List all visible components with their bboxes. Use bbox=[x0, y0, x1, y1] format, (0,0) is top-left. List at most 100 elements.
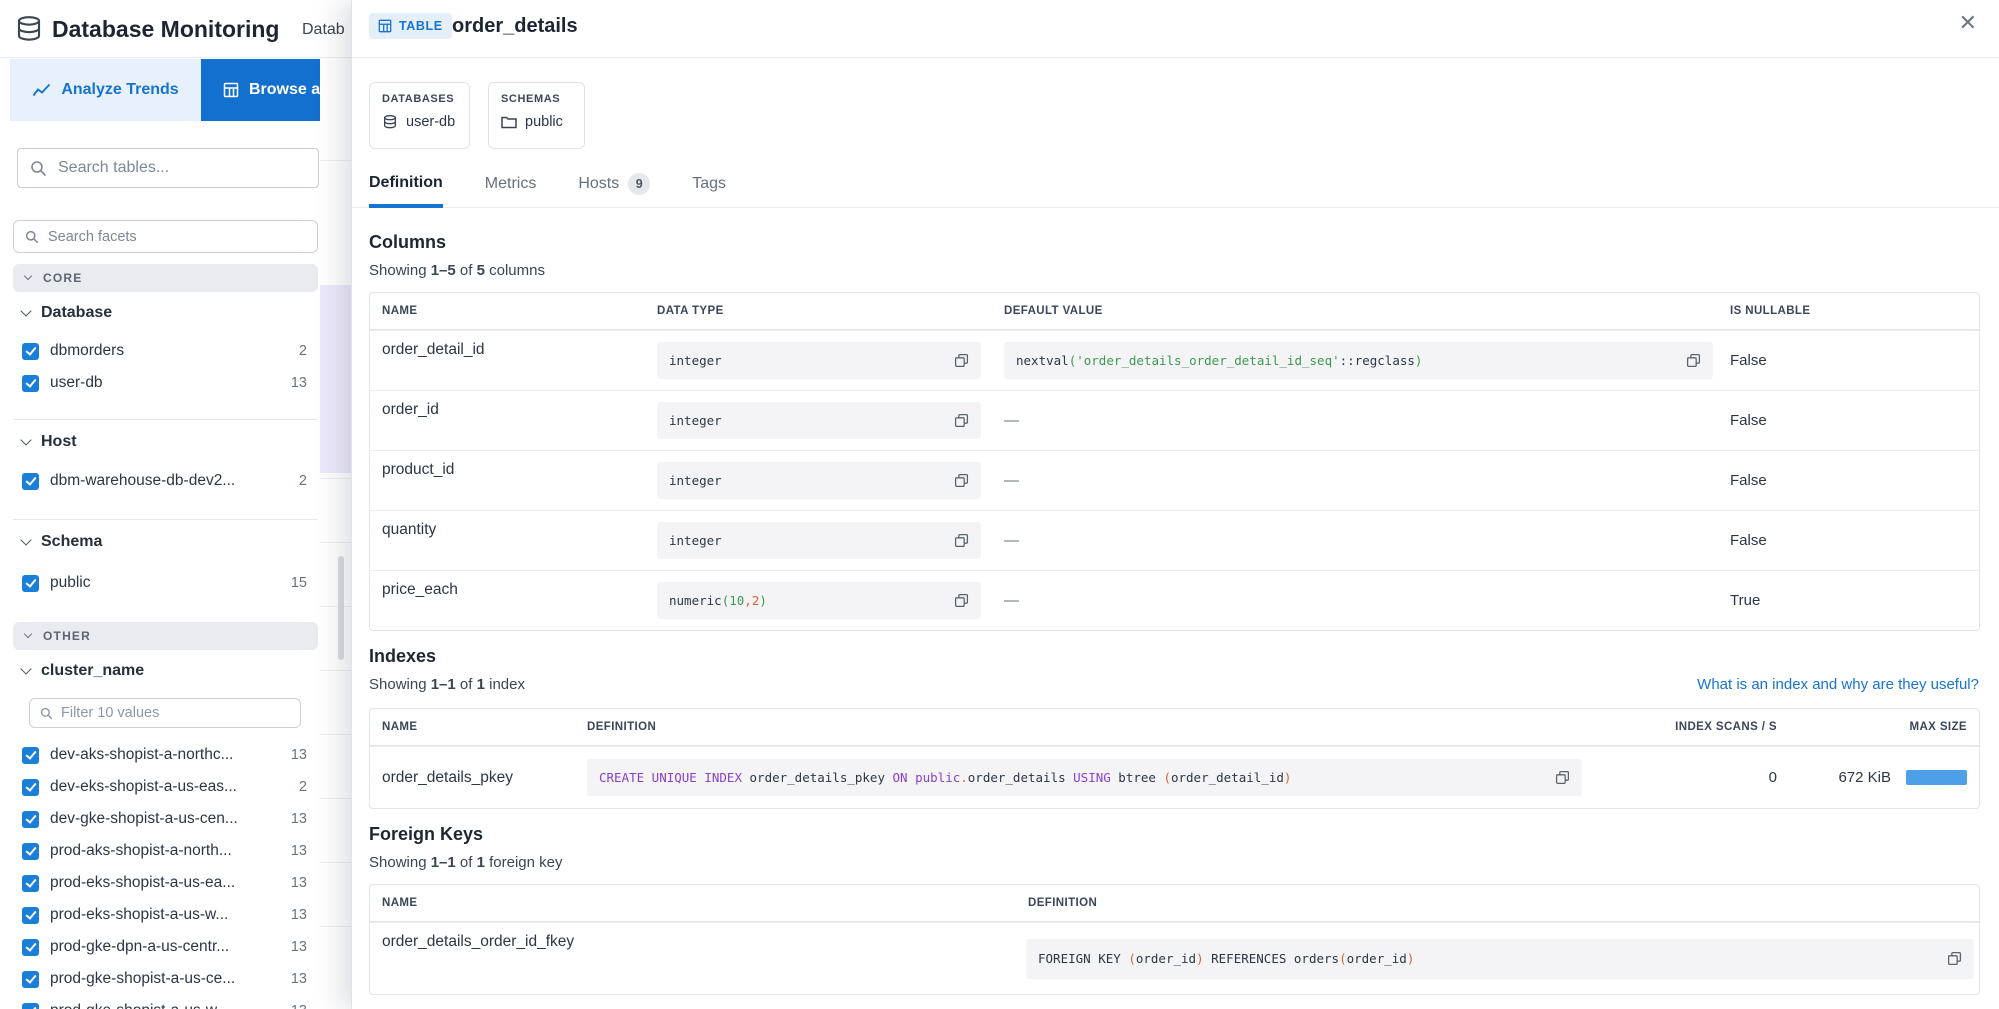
copy-icon[interactable] bbox=[954, 353, 969, 368]
copy-icon[interactable] bbox=[954, 473, 969, 488]
copy-icon[interactable] bbox=[1947, 951, 1962, 966]
other-section-header[interactable]: OTHER bbox=[13, 622, 318, 650]
checkbox-checked[interactable] bbox=[22, 939, 39, 956]
breadcrumb: Datab bbox=[302, 21, 345, 39]
checkbox-checked[interactable] bbox=[22, 843, 39, 860]
table-row: order_id integer — False bbox=[370, 390, 1979, 450]
checkbox-checked[interactable] bbox=[22, 971, 39, 988]
checkbox-checked[interactable] bbox=[22, 575, 39, 592]
checkbox-checked[interactable] bbox=[22, 1003, 39, 1009]
app-header: Database Monitoring Datab bbox=[0, 0, 351, 58]
cluster-filter-input[interactable]: Filter 10 values bbox=[29, 698, 301, 728]
facet-count: 13 bbox=[291, 939, 307, 955]
column-name: quantity bbox=[370, 511, 657, 539]
code-text: integer bbox=[669, 473, 722, 488]
code-text: nextval('order_details_order_detail_id_s… bbox=[1016, 353, 1422, 368]
data-type-cell: integer bbox=[657, 402, 981, 439]
checkbox-checked[interactable] bbox=[22, 779, 39, 796]
chevron-down-icon bbox=[20, 663, 31, 674]
facet-item-dbmorders[interactable]: dbmorders 2 bbox=[22, 338, 307, 364]
tab-label: Hosts bbox=[578, 175, 619, 193]
facet-item-user-db[interactable]: user-db 13 bbox=[22, 370, 307, 396]
chevron-down-icon bbox=[24, 630, 32, 638]
columns-table: NAME DATA TYPE DEFAULT VALUE IS NULLABLE… bbox=[369, 292, 1980, 631]
facet-count: 13 bbox=[291, 1003, 307, 1009]
facet-value-label: dev-aks-shopist-a-northc... bbox=[50, 746, 234, 764]
code-text: integer bbox=[669, 353, 722, 368]
facet-item-cluster[interactable]: dev-eks-shopist-a-us-eas... 2 bbox=[22, 774, 307, 800]
facet-item-cluster[interactable]: dev-gke-shopist-a-us-cen... 13 bbox=[22, 806, 307, 832]
copy-icon[interactable] bbox=[954, 413, 969, 428]
tab-tags[interactable]: Tags bbox=[692, 170, 726, 207]
checkbox-checked[interactable] bbox=[22, 875, 39, 892]
tab-metrics[interactable]: Metrics bbox=[485, 170, 537, 207]
core-section-header[interactable]: CORE bbox=[13, 264, 318, 292]
tab-label: Tags bbox=[692, 175, 726, 193]
table-icon bbox=[378, 19, 392, 33]
checkbox-checked[interactable] bbox=[22, 907, 39, 924]
facet-item-cluster[interactable]: prod-gke-dpn-a-us-centr... 13 bbox=[22, 934, 307, 960]
index-scans-value: 0 bbox=[1607, 769, 1777, 786]
facet-count: 15 bbox=[291, 575, 307, 591]
facet-count: 13 bbox=[291, 971, 307, 987]
facet-item-cluster[interactable]: dev-aks-shopist-a-northc... 13 bbox=[22, 742, 307, 768]
checkbox-checked[interactable] bbox=[22, 375, 39, 392]
is-nullable-value: False bbox=[1730, 352, 1979, 369]
facet-item-public[interactable]: public 15 bbox=[22, 570, 307, 596]
card-value: public bbox=[525, 114, 563, 130]
column-header: MAX SIZE bbox=[1777, 721, 1979, 733]
code-text: numeric(10,2) bbox=[669, 593, 767, 608]
schemas-card[interactable]: SCHEMAS public bbox=[488, 82, 585, 149]
checkbox-checked[interactable] bbox=[22, 473, 39, 490]
column-header: INDEX SCANS / S bbox=[1607, 721, 1777, 733]
facet-item-cluster[interactable]: prod-eks-shopist-a-us-ea... 13 bbox=[22, 870, 307, 896]
panel-tabs: Definition Metrics Hosts 9 Tags bbox=[352, 170, 1999, 208]
facet-group-schema[interactable]: Schema bbox=[22, 533, 102, 551]
card-label: DATABASES bbox=[382, 93, 457, 105]
facet-group-label: Schema bbox=[41, 533, 102, 551]
facet-count: 13 bbox=[291, 875, 307, 891]
sidebar-scrollbar-thumb[interactable] bbox=[338, 556, 344, 660]
search-icon bbox=[30, 160, 47, 177]
facet-item-cluster[interactable]: prod-aks-shopist-a-north... 13 bbox=[22, 838, 307, 864]
indexes-table: NAME DEFINITION INDEX SCANS / S MAX SIZE… bbox=[369, 708, 1980, 809]
chevron-down-icon bbox=[20, 534, 31, 545]
facet-item-host[interactable]: dbm-warehouse-db-dev2... 2 bbox=[22, 468, 307, 494]
checkbox-checked[interactable] bbox=[22, 811, 39, 828]
search-tables-input[interactable]: Search tables... bbox=[17, 148, 319, 188]
databases-card[interactable]: DATABASES user-db bbox=[369, 82, 470, 149]
facet-group-label: Host bbox=[41, 433, 77, 451]
facet-group-cluster-name[interactable]: cluster_name bbox=[22, 662, 144, 680]
data-type-cell: numeric(10,2) bbox=[657, 582, 981, 619]
facet-group-host[interactable]: Host bbox=[22, 433, 77, 451]
database-icon bbox=[382, 114, 398, 130]
card-label: SCHEMAS bbox=[501, 93, 572, 105]
code-text: FOREIGN KEY (order_id) REFERENCES orders… bbox=[1038, 951, 1414, 966]
table-row: order_details_order_id_fkey FOREIGN KEY … bbox=[370, 922, 1979, 994]
tab-definition[interactable]: Definition bbox=[369, 170, 443, 208]
search-tables-placeholder: Search tables... bbox=[58, 159, 169, 177]
checkbox-checked[interactable] bbox=[22, 747, 39, 764]
index-help-link[interactable]: What is an index and why are they useful… bbox=[1697, 676, 1979, 693]
copy-icon[interactable] bbox=[1686, 353, 1701, 368]
copy-icon[interactable] bbox=[954, 593, 969, 608]
facet-count: 2 bbox=[299, 779, 307, 795]
facet-item-cluster[interactable]: prod-gke-shopist-a-us-ce... 13 bbox=[22, 966, 307, 992]
facet-item-cluster[interactable]: prod-gke-shopist-a-us-w... 13 bbox=[22, 998, 307, 1009]
tab-analyze-trends[interactable]: Analyze Trends bbox=[10, 59, 201, 121]
tab-label: Definition bbox=[369, 174, 443, 192]
facet-value-label: prod-aks-shopist-a-north... bbox=[50, 842, 232, 860]
is-nullable-value: False bbox=[1730, 472, 1979, 489]
facet-item-cluster[interactable]: prod-eks-shopist-a-us-w... 13 bbox=[22, 902, 307, 928]
copy-icon[interactable] bbox=[1555, 770, 1570, 785]
checkbox-checked[interactable] bbox=[22, 343, 39, 360]
tab-hosts[interactable]: Hosts 9 bbox=[578, 170, 650, 207]
search-facets-input[interactable]: Search facets bbox=[13, 220, 318, 253]
tab-label: Metrics bbox=[485, 175, 537, 193]
is-nullable-value: False bbox=[1730, 412, 1979, 429]
foreign-keys-showing-text: Showing 1–1 of 1 foreign key bbox=[369, 854, 563, 871]
facet-group-database[interactable]: Database bbox=[22, 304, 112, 322]
data-type-cell: integer bbox=[657, 462, 981, 499]
copy-icon[interactable] bbox=[954, 533, 969, 548]
close-icon[interactable]: ✕ bbox=[1959, 12, 1977, 34]
